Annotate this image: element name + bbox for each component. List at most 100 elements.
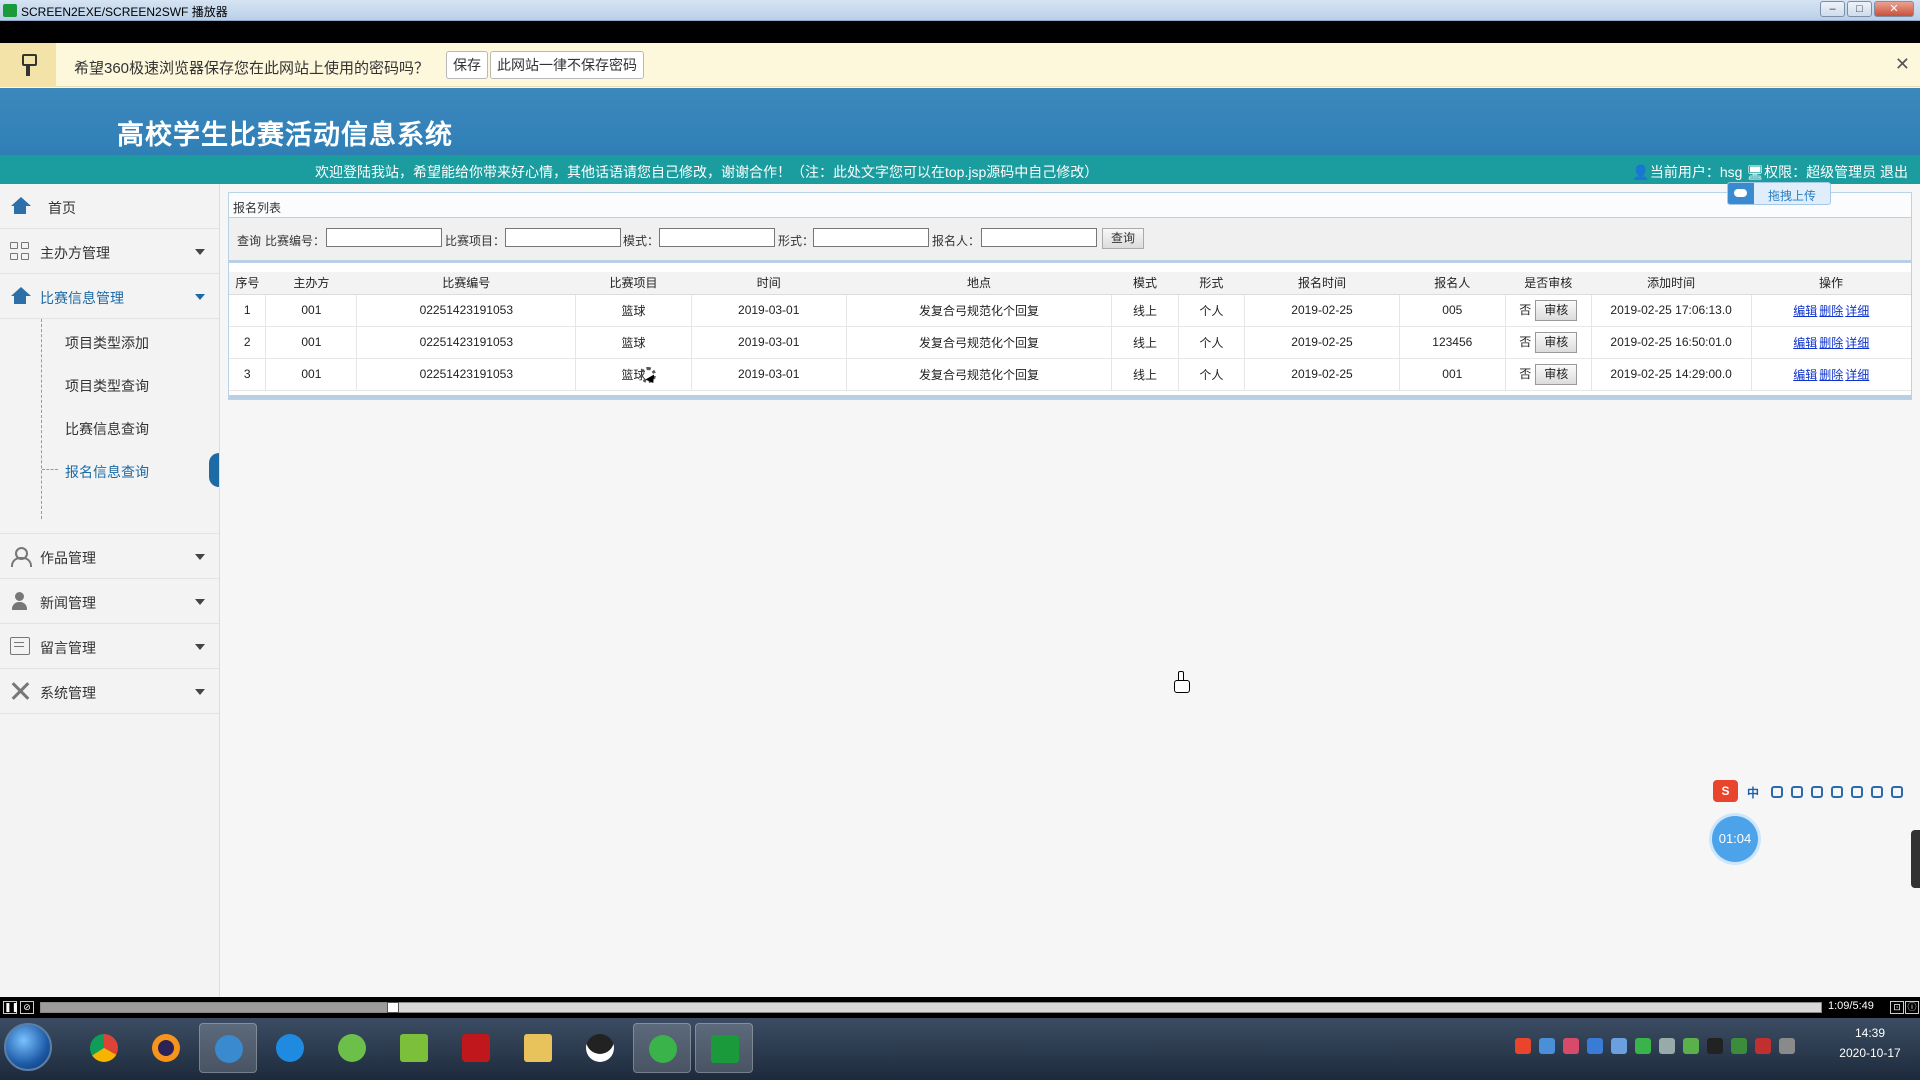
tray-app-icon[interactable] [1755,1038,1771,1054]
detail-link[interactable]: 详细 [1845,368,1869,382]
cell-time: 2019-03-01 [690,326,847,359]
voice-icon[interactable] [1811,786,1823,798]
signup-person-input[interactable] [981,228,1097,247]
audit-button[interactable]: 审核 [1535,331,1578,353]
chevron-down-icon [195,689,205,695]
delete-link[interactable]: 删除 [1819,304,1843,318]
save-password-button[interactable]: 保存 [446,51,488,79]
delete-link[interactable]: 删除 [1819,336,1843,350]
cell-person: 005 [1398,294,1506,327]
detail-link[interactable]: 详细 [1845,336,1869,350]
chart-app-icon [400,1034,428,1062]
recording-timer[interactable]: 01:04 [1712,816,1758,862]
edit-link[interactable]: 编辑 [1793,304,1817,318]
detail-link[interactable]: 详细 [1845,304,1869,318]
tray-app-icon[interactable] [1539,1038,1555,1054]
sidebar-item-news-management[interactable]: 新闻管理 [0,579,219,624]
search-button[interactable]: 查询 [1102,228,1144,249]
tray-app-icon[interactable] [1563,1038,1579,1054]
taskbar-baidu-netdisk[interactable] [199,1023,257,1073]
cell-person: 123456 [1398,326,1506,359]
taskbar-wechat[interactable] [633,1023,691,1073]
table-row: 3 001 02251423191053 篮球 2019-03-01 发复合弓规范化个回复… [229,358,1911,391]
pause-icon[interactable]: ❚❚ [3,1001,19,1014]
sogou-logo-icon[interactable]: S [1713,780,1738,802]
seek-bar[interactable] [40,1002,1822,1013]
cell-audit: 否审核 [1504,358,1592,391]
cell-signup-time: 2019-02-25 [1244,294,1400,327]
tree-branch-line [42,469,58,470]
punctuation-icon[interactable] [1771,786,1783,798]
info-icon[interactable]: ⓘ [1905,1001,1919,1014]
sidebar-item-host-management[interactable]: 主办方管理 [0,229,219,274]
taskbar-explorer[interactable] [509,1023,567,1073]
taskbar-qq[interactable] [571,1023,629,1073]
contest-project-input[interactable] [505,228,621,247]
tray-app-icon[interactable] [1683,1038,1699,1054]
system-title: 高校学生比赛活动信息系统 [117,120,453,151]
delete-link[interactable]: 删除 [1819,368,1843,382]
taskbar-eclipse[interactable] [137,1023,195,1073]
battery-icon[interactable] [1731,1038,1747,1054]
sogou-tray-icon[interactable] [1515,1038,1531,1054]
taskbar-screen-player[interactable] [695,1023,753,1073]
shield-icon[interactable] [1587,1038,1603,1054]
taskbar-chrome[interactable] [75,1023,133,1073]
qq-tray-icon[interactable] [1707,1038,1723,1054]
wechat-tray-icon[interactable] [1635,1038,1651,1054]
form-input[interactable] [813,228,929,247]
close-bar-icon[interactable]: ✕ [1895,54,1910,75]
maximize-button[interactable]: □ [1847,1,1872,17]
drag-upload-button[interactable]: 拖拽上传 [1727,182,1831,205]
sidebar-item-contest-management[interactable]: 比赛信息管理 [0,274,219,319]
audit-button[interactable]: 审核 [1535,299,1578,321]
taskbar-chart-app[interactable] [385,1023,443,1073]
side-panel-handle[interactable] [1911,830,1920,888]
edit-link[interactable]: 编辑 [1793,368,1817,382]
edit-link[interactable]: 编辑 [1793,336,1817,350]
emoji-icon[interactable] [1791,786,1803,798]
mode-input[interactable] [659,228,775,247]
taskbar-flash[interactable] [447,1023,505,1073]
ime-mode[interactable]: 中 [1747,784,1759,801]
settings-icon[interactable]: ⊘ [20,1001,34,1014]
sidebar-item-system-management[interactable]: 系统管理 [0,669,219,714]
submenu-item-query-type[interactable]: 项目类型查询 [0,362,219,405]
person-solid-icon [10,592,30,610]
search-form: 查询 比赛编号： 比赛项目： 模式： 形式： 报名人： 查询 [229,218,1911,263]
tray-app-icon[interactable] [1611,1038,1627,1054]
volume-icon[interactable] [1659,1038,1675,1054]
flash-icon [462,1034,490,1062]
system-clock[interactable]: 14:39 2020-10-17 [1826,1023,1914,1063]
fullscreen-icon[interactable]: ⊡ [1890,1001,1904,1014]
contest-code-input[interactable] [326,228,442,247]
network-icon[interactable] [1779,1038,1795,1054]
user-info: 👤当前用户：hsg 🖥权限：超级管理员 退出 [1632,162,1908,182]
logout-link[interactable]: 退出 [1880,164,1908,180]
start-button[interactable] [4,1023,52,1071]
sidebar-item-works-management[interactable]: 作品管理 [0,534,219,579]
menu-grid-icon[interactable] [1891,786,1903,798]
cell-place: 发复合弓规范化个回复 [845,294,1112,327]
cell-no: 2 [229,326,266,359]
hand-cursor-icon [1174,671,1190,693]
sidebar-item-home[interactable]: 首页 [0,184,219,229]
submenu-item-add-type[interactable]: 项目类型添加 [0,319,219,362]
seek-thumb[interactable] [387,1002,400,1013]
user-icon[interactable] [1851,786,1863,798]
submenu-item-query-signup[interactable]: 报名信息查询 [0,448,219,491]
column-header: 形式 [1178,272,1245,295]
table-border [229,395,1911,399]
skin-icon[interactable] [1871,786,1883,798]
keyboard-icon[interactable] [1831,786,1843,798]
audit-button[interactable]: 审核 [1535,363,1578,385]
taskbar-360[interactable] [323,1023,381,1073]
submenu-item-query-contest[interactable]: 比赛信息查询 [0,405,219,448]
close-window-button[interactable]: ✕ [1874,1,1914,17]
recording-border [0,21,1920,43]
never-save-password-button[interactable]: 此网站一律不保存密码 [490,51,644,79]
window-title: SCREEN2EXE/SCREEN2SWF 播放器 [21,5,228,19]
minimize-button[interactable]: – [1820,1,1845,17]
sidebar-item-message-management[interactable]: 留言管理 [0,624,219,669]
taskbar-browser[interactable] [261,1023,319,1073]
